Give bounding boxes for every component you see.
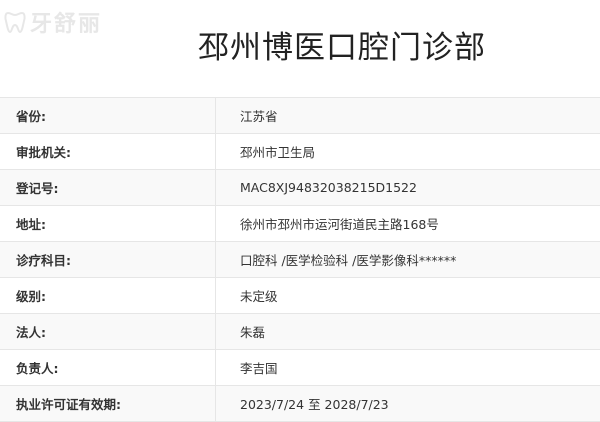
row-label: 登记号: (0, 170, 216, 205)
row-label: 地址: (0, 206, 216, 241)
table-row-person-in-charge: 负责人: 李吉国 (0, 350, 600, 386)
row-label: 执业许可证有效期: (0, 386, 216, 421)
watermark-text: 牙舒丽 (30, 12, 103, 37)
row-value: 江苏省 (240, 109, 278, 124)
row-value: 邳州市卫生局 (240, 145, 316, 160)
row-label: 审批机关: (0, 134, 216, 169)
table-row-legal-person: 法人: 朱磊 (0, 314, 600, 350)
table-row-departments: 诊疗科目: 口腔科 /医学检验科 /医学影像科****** (0, 242, 600, 278)
watermark-overlay: 牙舒丽 (4, 6, 102, 38)
page-title: 邳州博医口腔门诊部 (198, 30, 486, 66)
table-row-address: 地址: 徐州市邳州市运河街道民主路168号 (0, 206, 600, 242)
table-row-license-validity: 执业许可证有效期: 2023/7/24 至 2028/7/23 (0, 386, 600, 422)
row-value: 2023/7/24 至 2028/7/23 (240, 397, 389, 412)
row-label: 省份: (0, 98, 216, 133)
row-value: MAC8XJ94832038215D1522 (240, 180, 417, 195)
table-row-registration-number: 登记号: MAC8XJ94832038215D1522 (0, 170, 600, 206)
info-table: 省份: 江苏省 审批机关: 邳州市卫生局 登记号: MAC8XJ94832038… (0, 97, 600, 422)
table-row-approval-authority: 审批机关: 邳州市卫生局 (0, 134, 600, 170)
row-value: 未定级 (240, 289, 278, 304)
row-value: 口腔科 /医学检验科 /医学影像科****** (240, 253, 457, 268)
tooth-icon (4, 11, 26, 34)
row-label: 法人: (0, 314, 216, 349)
row-label: 负责人: (0, 350, 216, 385)
row-label: 级别: (0, 278, 216, 313)
table-row-level: 级别: 未定级 (0, 278, 600, 314)
table-row-province: 省份: 江苏省 (0, 98, 600, 134)
row-label: 诊疗科目: (0, 242, 216, 277)
row-value: 徐州市邳州市运河街道民主路168号 (240, 217, 439, 232)
row-value: 李吉国 (240, 361, 278, 376)
row-value: 朱磊 (240, 325, 266, 340)
